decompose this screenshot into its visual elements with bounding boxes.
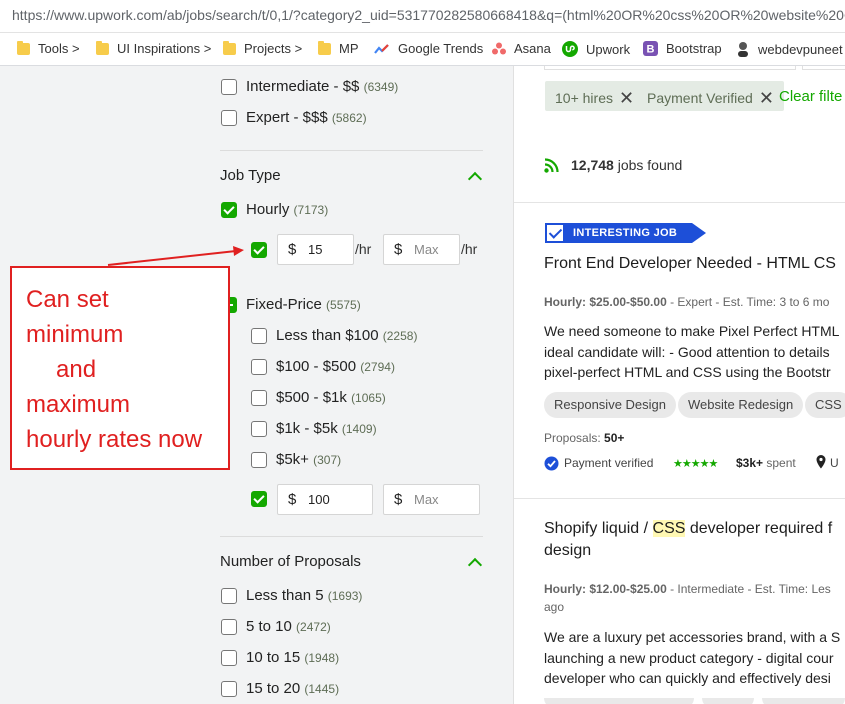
proposals-count: Proposals: 50+ bbox=[544, 431, 625, 445]
interesting-job-badge: INTERESTING JOB bbox=[545, 223, 706, 243]
skill-tag[interactable]: CSS bbox=[805, 392, 845, 418]
filters-button-edge bbox=[802, 66, 845, 70]
clear-filters-link[interactable]: Clear filte bbox=[779, 88, 842, 105]
chip-payment-verified[interactable]: Payment Verified ✕ bbox=[637, 81, 784, 111]
job-title[interactable]: Front End Developer Needed - HTML CS bbox=[544, 253, 836, 275]
skill-tag[interactable]: Responsive Design bbox=[544, 392, 677, 418]
rating-stars: ★★★★★ bbox=[673, 458, 718, 470]
client-location: U bbox=[830, 456, 839, 470]
skill-tag-partial[interactable] bbox=[762, 698, 845, 704]
close-icon[interactable]: ✕ bbox=[619, 88, 634, 108]
skill-tag[interactable]: Website Redesign bbox=[678, 392, 804, 418]
payment-verified-label: Payment verified bbox=[564, 456, 654, 470]
results-divider bbox=[514, 202, 845, 203]
job-meta: Hourly: $12.00-$25.00 - Intermediate - E… bbox=[544, 582, 831, 596]
results-panel: 10+ hires ✕ Payment Verified ✕ Clear filte… bbox=[514, 66, 845, 704]
job-meta: Hourly: $25.00-$50.00 - Expert - Est. Ti… bbox=[544, 295, 830, 309]
job-description: We are a luxury pet accessories brand, w… bbox=[544, 629, 841, 686]
job-meta-line2: ago bbox=[544, 600, 565, 614]
verified-badge-icon bbox=[544, 456, 559, 471]
close-icon[interactable]: ✕ bbox=[759, 88, 774, 108]
job-title[interactable]: Shopify liquid / CSS developer required … bbox=[544, 518, 832, 540]
skill-tag-partial[interactable] bbox=[702, 698, 754, 704]
jobs-found-count: 12,748 jobs found bbox=[571, 157, 683, 173]
location-pin-icon bbox=[816, 455, 826, 469]
job-description: We need someone to make Pixel Perfect HT… bbox=[544, 323, 840, 380]
client-spent: $3k+ spent bbox=[736, 456, 796, 470]
chip-10-hires[interactable]: 10+ hires ✕ bbox=[545, 81, 645, 111]
job-title-line2[interactable]: design bbox=[544, 540, 591, 562]
skill-tag-partial[interactable] bbox=[544, 698, 694, 704]
results-divider bbox=[514, 498, 845, 499]
rss-icon[interactable] bbox=[544, 158, 559, 173]
search-field-edge bbox=[544, 66, 796, 70]
checkmark-icon bbox=[545, 223, 565, 243]
